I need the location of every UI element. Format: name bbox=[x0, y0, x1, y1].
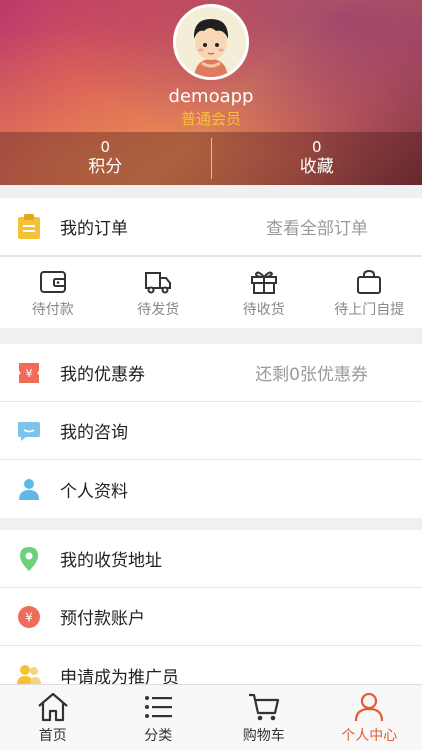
order-self-pickup-label: 待上门自提 bbox=[334, 302, 405, 318]
view-all-orders-link[interactable]: 查看全部订单 bbox=[266, 214, 368, 239]
my-orders-row[interactable]: 我的订单 查看全部订单 bbox=[0, 198, 422, 256]
my-coupons-label: 我的优惠券 bbox=[60, 365, 145, 385]
svg-text:¥: ¥ bbox=[25, 610, 33, 624]
coupon-icon: ¥ bbox=[16, 360, 42, 386]
order-pending-shipment-label: 待发货 bbox=[137, 302, 180, 318]
stat-points-value: 0 bbox=[100, 138, 111, 156]
yen-coin-icon: ¥ bbox=[16, 604, 42, 630]
coupons-remaining: 还剩0张优惠券 bbox=[255, 365, 368, 385]
list-icon bbox=[145, 696, 173, 718]
person-icon bbox=[16, 476, 42, 502]
username: demoapp bbox=[168, 86, 254, 107]
tab-home[interactable]: 首页 bbox=[0, 685, 106, 750]
order-pending-shipment[interactable]: 待发货 bbox=[106, 257, 212, 328]
order-pending-receipt-label: 待收货 bbox=[242, 302, 285, 318]
my-orders-label: 我的订单 bbox=[60, 219, 128, 239]
tab-categories[interactable]: 分类 bbox=[106, 685, 212, 750]
stat-favorites[interactable]: 0 收藏 bbox=[212, 132, 422, 185]
my-coupons-row[interactable]: ¥ 我的优惠券 还剩0张优惠券 bbox=[0, 344, 422, 402]
my-inquiries-label: 我的咨询 bbox=[60, 423, 128, 443]
profile-info-row[interactable]: 个人资料 bbox=[0, 460, 422, 518]
order-pending-payment[interactable]: 待付款 bbox=[0, 257, 106, 328]
gift-box-icon bbox=[250, 271, 277, 294]
order-pending-payment-label: 待付款 bbox=[31, 302, 74, 318]
profile-header: demoapp 普通会员 0 积分 0 收藏 bbox=[0, 0, 422, 185]
tab-categories-label: 分类 bbox=[144, 728, 173, 744]
tab-profile[interactable]: 个人中心 bbox=[317, 685, 422, 750]
tab-home-label: 首页 bbox=[38, 728, 67, 744]
order-pending-receipt[interactable]: 待收货 bbox=[211, 257, 317, 328]
tab-cart-label: 购物车 bbox=[242, 728, 285, 744]
stats-bar: 0 积分 0 收藏 bbox=[0, 132, 422, 185]
order-status-bar: 待付款 待发货 待收货 待上门自提 bbox=[0, 256, 422, 328]
location-pin-icon bbox=[16, 546, 42, 572]
orders-card: 我的订单 查看全部订单 待付款 待发货 待收货 待上门自提 bbox=[0, 198, 422, 328]
prepaid-account-label: 预付款账户 bbox=[60, 609, 145, 629]
avatar[interactable] bbox=[173, 4, 249, 80]
account-card: 我的收货地址 ¥ 预付款账户 申请成为推广员 bbox=[0, 530, 422, 684]
shopping-bag-icon bbox=[357, 269, 382, 294]
svg-text:¥: ¥ bbox=[26, 367, 33, 380]
stat-points-label: 积分 bbox=[88, 157, 123, 177]
stat-favorites-value: 0 bbox=[311, 138, 322, 156]
shipping-address-label: 我的收货地址 bbox=[60, 551, 162, 571]
stat-points[interactable]: 0 积分 bbox=[0, 132, 211, 185]
bottom-tab-bar: 首页 分类 购物车 个人中心 bbox=[0, 684, 422, 750]
user-icon bbox=[355, 692, 384, 722]
services-card: ¥ 我的优惠券 还剩0张优惠券 我的咨询 个人资料 bbox=[0, 344, 422, 518]
my-inquiries-row[interactable]: 我的咨询 bbox=[0, 402, 422, 460]
member-level: 普通会员 bbox=[180, 110, 241, 128]
avatar-image bbox=[176, 7, 246, 77]
clipboard-icon bbox=[16, 213, 42, 240]
shipping-address-row[interactable]: 我的收货地址 bbox=[0, 530, 422, 588]
prepaid-account-row[interactable]: ¥ 预付款账户 bbox=[0, 588, 422, 646]
home-icon bbox=[38, 692, 68, 722]
truck-icon bbox=[145, 272, 172, 294]
chat-icon bbox=[16, 418, 42, 444]
stat-favorites-label: 收藏 bbox=[299, 157, 334, 177]
profile-info-label: 个人资料 bbox=[60, 481, 128, 502]
wallet-icon bbox=[39, 271, 66, 293]
promoter-icon bbox=[16, 662, 42, 684]
order-self-pickup[interactable]: 待上门自提 bbox=[317, 257, 422, 328]
become-promoter-label: 申请成为推广员 bbox=[60, 667, 179, 685]
tab-cart[interactable]: 购物车 bbox=[211, 685, 317, 750]
become-promoter-row[interactable]: 申请成为推广员 bbox=[0, 646, 422, 684]
tab-profile-label: 个人中心 bbox=[341, 728, 398, 744]
cart-icon bbox=[248, 693, 279, 721]
